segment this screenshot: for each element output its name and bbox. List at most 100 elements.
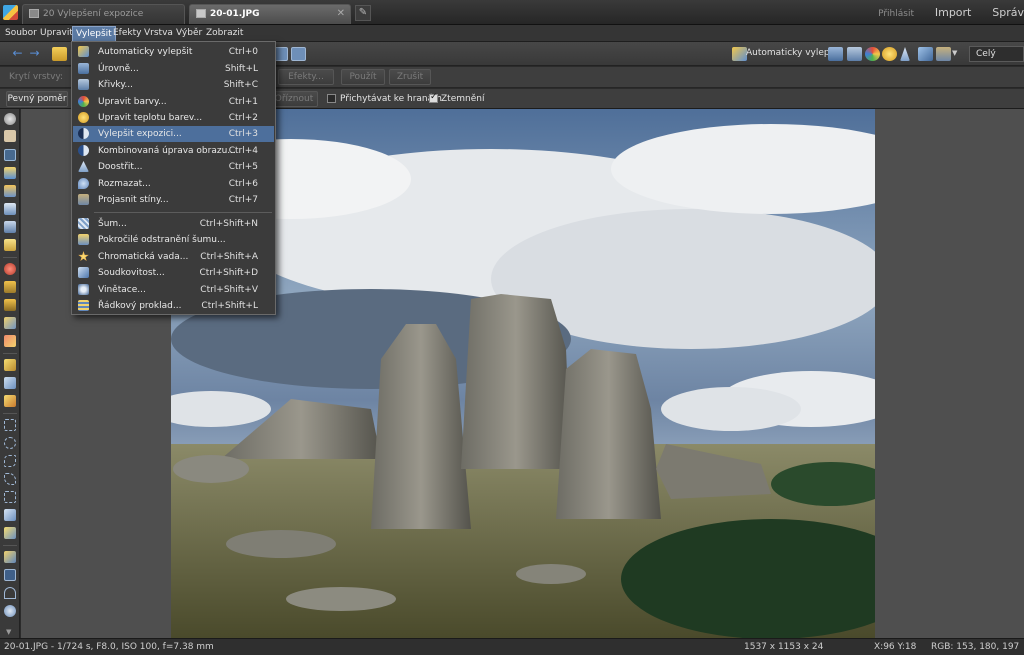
- effects-button[interactable]: Efekty...: [278, 69, 334, 85]
- menu-item-shortcut: Ctrl+Shift+L: [201, 301, 258, 311]
- zoom-select[interactable]: Celý: [969, 46, 1024, 62]
- menu-item-colors[interactable]: Upravit barvy... Ctrl+1: [73, 94, 274, 110]
- ellipse-select-tool-icon[interactable]: [4, 437, 16, 449]
- menu-item-shortcut: Ctrl+Shift+V: [200, 285, 258, 295]
- red-eye-tool-icon[interactable]: [4, 263, 16, 275]
- levels-icon: [78, 63, 89, 74]
- magic-wand-tool-icon[interactable]: [4, 509, 16, 521]
- crop-tool-icon[interactable]: [4, 149, 16, 161]
- tab-label: 20-01.JPG: [210, 9, 260, 19]
- snap-checkbox[interactable]: [327, 94, 336, 103]
- chevron-down-icon[interactable]: ▼: [6, 628, 11, 636]
- menu-item-vignette[interactable]: Vinětace... Ctrl+Shift+V: [73, 282, 274, 298]
- forward-arrow-icon[interactable]: →: [27, 46, 42, 60]
- retouch-tool-icon[interactable]: [4, 317, 16, 329]
- shapes-tool-icon[interactable]: [4, 605, 16, 617]
- menu-item-levels[interactable]: Úrovně... Shift+L: [73, 61, 274, 77]
- darken-checkbox[interactable]: [429, 92, 438, 103]
- photo-rock-formation[interactable]: [171, 109, 875, 638]
- zoom-tool-icon[interactable]: [4, 113, 16, 125]
- color-tool-icon[interactable]: [4, 335, 16, 347]
- heal-tool-icon[interactable]: [4, 299, 16, 311]
- tab-image-file[interactable]: 20-01.JPG ✕: [189, 4, 351, 24]
- tab-label: 20 Vylepšení expozice: [43, 9, 144, 19]
- image-tool-icon[interactable]: [4, 167, 16, 179]
- tab-exposure-folder[interactable]: 20 Vylepšení expozice: [22, 4, 185, 24]
- menu-file[interactable]: Soubor: [5, 28, 37, 38]
- interlace-icon: [78, 300, 89, 311]
- open-folder-icon[interactable]: [52, 47, 67, 61]
- colors-icon: [78, 96, 89, 107]
- exposure-icon[interactable]: [918, 47, 933, 61]
- menu-item-chromatic[interactable]: Chromatická vada... Ctrl+Shift+A: [73, 249, 274, 265]
- chromatic-icon: [78, 251, 89, 262]
- menu-item-barrel[interactable]: Soudkovitost... Ctrl+Shift+D: [73, 265, 274, 281]
- menu-view[interactable]: Zobrazit: [206, 28, 243, 38]
- selection-frame-icon[interactable]: [4, 569, 16, 581]
- cancel-button[interactable]: Zrušit: [389, 69, 431, 85]
- status-cursor: X:96 Y:18: [874, 642, 917, 652]
- split-view-icon[interactable]: [291, 47, 306, 61]
- chevron-down-icon[interactable]: ▼: [952, 49, 957, 57]
- mask-tool-icon[interactable]: [4, 551, 16, 563]
- new-tab-icon[interactable]: ✎: [355, 5, 371, 21]
- menu-item-label: Šum...: [98, 219, 127, 229]
- menu-item-combined[interactable]: Kombinovaná úprava obrazu... Ctrl+4: [73, 143, 274, 159]
- menu-item-shortcut: Shift+L: [224, 64, 258, 74]
- menu-bar: Soubor Upravit Vylepšit Efekty Vrstva Vý…: [0, 25, 1024, 42]
- magnet-tool-icon[interactable]: [4, 587, 16, 599]
- menu-item-interlace[interactable]: Řádkový proklad... Ctrl+Shift+L: [73, 298, 274, 314]
- login-link[interactable]: Přihlásit: [878, 9, 914, 19]
- menu-layer[interactable]: Vrstva: [144, 28, 173, 38]
- colors-icon[interactable]: [865, 47, 880, 61]
- transform-tool-icon[interactable]: [4, 221, 16, 233]
- rect-select-tool-icon[interactable]: [4, 419, 16, 431]
- menu-item-shortcut: Ctrl+3: [228, 129, 258, 139]
- stamp-tool-icon[interactable]: [4, 281, 16, 293]
- snap-label: Přichytávat ke hranám: [340, 94, 442, 104]
- menu-edit[interactable]: Upravit: [40, 28, 73, 38]
- lasso-tool-icon[interactable]: [4, 455, 16, 467]
- back-arrow-icon[interactable]: ←: [10, 46, 25, 60]
- eraser-tool-icon[interactable]: [4, 395, 16, 407]
- menu-item-denoise[interactable]: Pokročilé odstranění šumu...: [73, 232, 274, 248]
- menu-item-blur[interactable]: Rozmazat... Ctrl+6: [73, 176, 274, 192]
- menu-item-sharpen[interactable]: Doostřit... Ctrl+5: [73, 159, 274, 175]
- magnetic-lasso-tool-icon[interactable]: [4, 491, 16, 503]
- layers-tool-icon[interactable]: [4, 185, 16, 197]
- auto-enhance-icon[interactable]: [732, 47, 747, 61]
- status-dimensions: 1537 x 1153 x 24: [744, 642, 824, 652]
- manage-link[interactable]: Správ: [992, 6, 1024, 19]
- apply-button[interactable]: Použít: [341, 69, 385, 85]
- hand-tool-icon[interactable]: [4, 130, 16, 142]
- close-icon[interactable]: ✕: [337, 8, 345, 19]
- menu-effects[interactable]: Efekty: [113, 28, 141, 38]
- shadows-icon[interactable]: [936, 47, 951, 61]
- opacity-label: Krytí vrstvy:: [9, 72, 64, 82]
- text-tool-icon[interactable]: [4, 203, 16, 215]
- menu-item-auto-enhance[interactable]: Automaticky vylepšit Ctrl+0: [73, 44, 274, 60]
- curves-icon[interactable]: [847, 47, 862, 61]
- sharpen-icon[interactable]: [900, 47, 910, 61]
- menu-item-exposure[interactable]: Vylepšit expozici... Ctrl+3: [73, 126, 274, 142]
- menu-item-curves[interactable]: Křivky... Shift+C: [73, 77, 274, 93]
- frame-tool-icon[interactable]: [4, 239, 16, 251]
- menu-selection[interactable]: Výběr: [176, 28, 202, 38]
- auto-enhance-button[interactable]: Automaticky vylepšit: [746, 48, 840, 58]
- brush-tool-icon[interactable]: [4, 359, 16, 371]
- app-logo-icon[interactable]: [3, 5, 18, 20]
- menu-enhance[interactable]: Vylepšit: [72, 26, 116, 42]
- fixed-ratio-button[interactable]: Pevný poměr: [6, 91, 68, 107]
- status-file-info: 20-01.JPG - 1/724 s, F8.0, ISO 100, f=7.…: [4, 642, 214, 652]
- menu-item-shadows[interactable]: Projasnit stíny... Ctrl+7: [73, 192, 274, 208]
- crop-button[interactable]: Oříznout: [270, 91, 318, 107]
- menu-item-shortcut: Ctrl+4: [228, 146, 258, 156]
- levels-icon[interactable]: [828, 47, 843, 61]
- select-brush-tool-icon[interactable]: [4, 527, 16, 539]
- temperature-icon[interactable]: [882, 47, 897, 61]
- import-link[interactable]: Import: [935, 6, 972, 19]
- menu-item-temperature[interactable]: Upravit teplotu barev... Ctrl+2: [73, 110, 274, 126]
- fill-tool-icon[interactable]: [4, 377, 16, 389]
- polygon-lasso-tool-icon[interactable]: [4, 473, 16, 485]
- menu-item-noise[interactable]: Šum... Ctrl+Shift+N: [73, 216, 274, 232]
